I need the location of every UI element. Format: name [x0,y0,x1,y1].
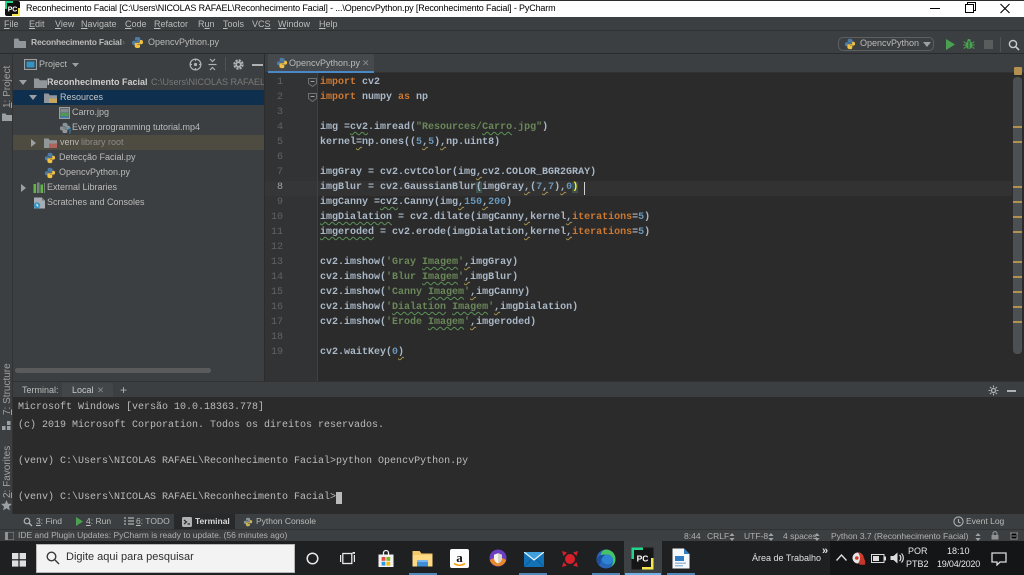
svg-text:PC: PC [637,554,649,564]
svg-text:PC: PC [8,7,18,14]
svg-text:?: ? [67,126,71,134]
svg-text:a: a [456,550,463,565]
